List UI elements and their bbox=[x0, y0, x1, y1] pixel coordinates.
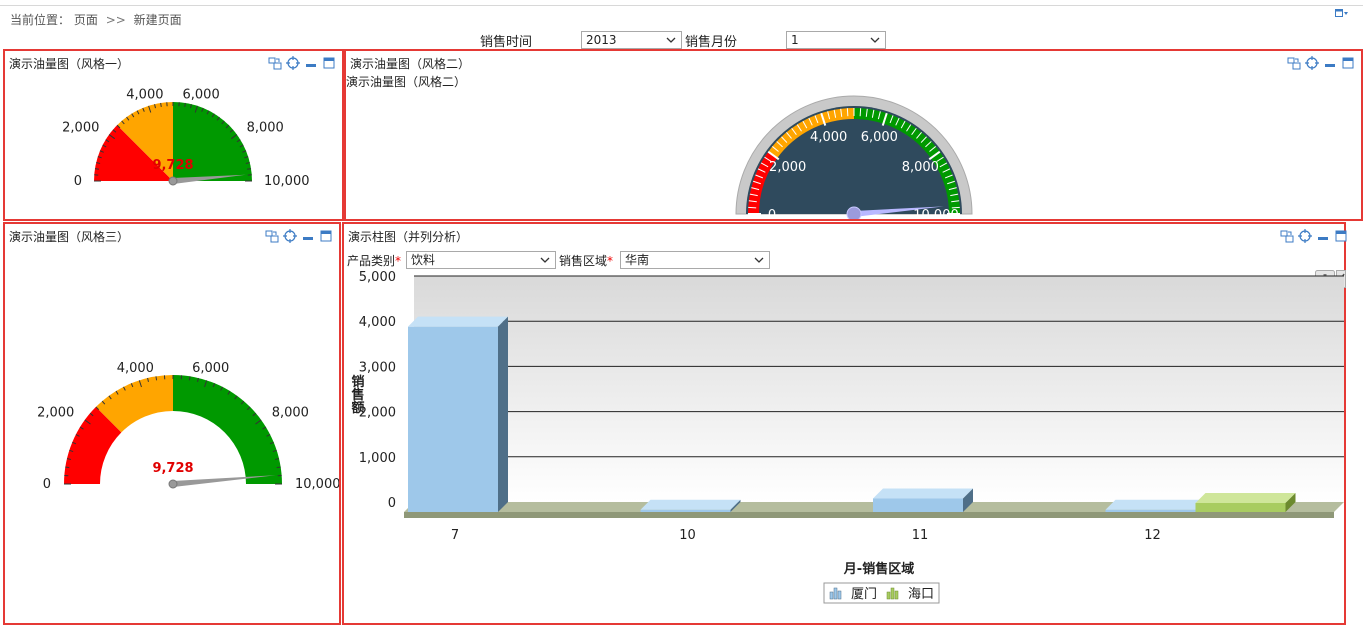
breadcrumb: 当前位置： 页面 >> 新建页面 bbox=[10, 11, 182, 28]
gauge-tick bbox=[94, 168, 100, 170]
legend-swatch bbox=[886, 591, 891, 600]
y-tick-label: 0 bbox=[388, 496, 396, 511]
bar-top bbox=[640, 499, 741, 510]
sale-month-label: 销售月份 bbox=[685, 35, 738, 50]
gauge-tick bbox=[748, 206, 757, 209]
x-tick-label: 11 bbox=[912, 528, 929, 543]
gauge-tick bbox=[276, 466, 281, 469]
sale-month-select[interactable]: 1 bbox=[786, 31, 886, 49]
x-tick-label: 7 bbox=[451, 528, 459, 543]
gauge-tick-label: 6,000 bbox=[861, 130, 898, 145]
gauge-tick-label: 2,000 bbox=[62, 121, 99, 136]
legend-swatch bbox=[833, 587, 838, 600]
sale-year-select[interactable]: 2013 bbox=[581, 31, 682, 49]
gauge-tick-label: 8,000 bbox=[272, 405, 309, 420]
gauge-tick-label: 10,000 bbox=[913, 208, 959, 219]
gauge-tick-label: 4,000 bbox=[810, 130, 847, 145]
legend-swatch bbox=[829, 591, 834, 600]
gauge-tick-label: 10,000 bbox=[264, 174, 310, 189]
y-tick-label: 4,000 bbox=[359, 315, 396, 330]
gauge-tick-label: 0 bbox=[43, 477, 51, 492]
gauge-tick bbox=[155, 376, 158, 381]
legend-swatch bbox=[894, 590, 899, 600]
gauge-hub bbox=[168, 479, 178, 489]
gauge-tick-label: 0 bbox=[768, 208, 776, 219]
gauge-tick-label: 10,000 bbox=[295, 477, 339, 492]
x-axis-title: 月-销售区域 bbox=[843, 561, 914, 577]
gauge-tick bbox=[188, 376, 191, 381]
gauge-style-two: 0 2,000 4,000 6,000 8,000 10,000 bbox=[735, 95, 973, 219]
gauge-tick-label: 8,000 bbox=[902, 160, 939, 175]
legend-label: 厦门 bbox=[851, 587, 877, 602]
bar-chart: 0 1,000 2,000 3,000 4,000 5,000 7 10 11 12 销售额月-销售… bbox=[349, 270, 1344, 604]
bar-side bbox=[498, 316, 508, 512]
gauge-tick-label: 2,000 bbox=[769, 160, 806, 175]
panel-bar-chart: 演示柱图（并列分析） 产品类别* 饮料 销售区域* 华南 0 1,000 2,000… bbox=[342, 222, 1347, 625]
plot-floor-edge bbox=[404, 512, 1334, 518]
y-tick-label: 3,000 bbox=[359, 360, 396, 375]
gauge-tick bbox=[184, 102, 186, 108]
breadcrumb-separator: >> bbox=[105, 13, 126, 27]
gauge-style-one: 0 2,000 4,000 6,000 8,000 10,000 9,728 bbox=[62, 87, 310, 189]
x-tick-label: 10 bbox=[679, 528, 696, 543]
gauge-tick-label: 6,000 bbox=[192, 361, 229, 376]
x-tick-label: 12 bbox=[1144, 528, 1161, 543]
gauge-value-label: 9,728 bbox=[152, 461, 193, 476]
chevron-down-icon bbox=[666, 37, 676, 43]
gauge-tick bbox=[859, 108, 862, 117]
panel-gauge-style-two: 演示油量图（风格二） 演示油量图（风格二） 0 2,000 4,000 6,000 8,… bbox=[344, 49, 1363, 221]
gauge-tick-label: 0 bbox=[74, 174, 82, 189]
gauge-tick bbox=[246, 168, 252, 170]
gauge-tick bbox=[65, 466, 70, 469]
bar bbox=[1195, 502, 1286, 512]
gauge-tick-label: 8,000 bbox=[247, 121, 284, 136]
legend-label: 海口 bbox=[908, 587, 934, 602]
gauge-value-label: 9,728 bbox=[152, 158, 193, 173]
plot-background bbox=[414, 276, 1344, 502]
chevron-down-icon bbox=[870, 37, 880, 43]
y-tick-label: 1,000 bbox=[359, 451, 396, 466]
legend-swatch bbox=[837, 590, 842, 600]
y-tick-label: 5,000 bbox=[359, 270, 396, 285]
bar-top bbox=[873, 488, 973, 499]
gauge-tick bbox=[846, 108, 849, 117]
bar bbox=[408, 326, 498, 512]
gauge-hub bbox=[168, 176, 178, 186]
sale-time-label: 销售时间 bbox=[480, 35, 533, 50]
legend-swatch bbox=[890, 587, 895, 600]
gauge-tick-label: 2,000 bbox=[37, 405, 74, 420]
collapse-page-icon[interactable] bbox=[1335, 9, 1349, 19]
gauge-tick-label: 6,000 bbox=[183, 87, 220, 102]
panel-gauge-style-three: 演示油量图（风格三） 0 2,000 4,000 6,000 8,000 10,000 9,… bbox=[3, 222, 341, 625]
bar-top bbox=[1105, 499, 1206, 510]
gauge-tick-label: 4,000 bbox=[117, 361, 154, 376]
bar bbox=[873, 498, 963, 512]
gauge-tick bbox=[160, 102, 162, 108]
panel-gauge-style-one: 演示油量图（风格一） 0 2,000 4,000 6,000 8,000 10,000 9,… bbox=[3, 49, 344, 221]
breadcrumb-label: 当前位置： bbox=[10, 13, 71, 27]
y-tick-label: 2,000 bbox=[359, 406, 396, 421]
gauge-style-three: 0 2,000 4,000 6,000 8,000 10,000 9,728 bbox=[37, 361, 339, 492]
bar bbox=[1105, 509, 1196, 512]
bar bbox=[640, 509, 731, 512]
breadcrumb-item-new-page[interactable]: 新建页面 bbox=[134, 13, 182, 27]
sale-month-value: 1 bbox=[791, 33, 799, 47]
sale-year-value: 2013 bbox=[586, 33, 617, 47]
gauge-hub bbox=[846, 206, 862, 219]
top-divider bbox=[0, 5, 1363, 6]
bar-top bbox=[1195, 492, 1296, 503]
gauge-tick-label: 4,000 bbox=[126, 87, 163, 102]
y-axis-title: 销售额 bbox=[349, 374, 365, 415]
bar-top bbox=[408, 316, 508, 327]
breadcrumb-item-page[interactable]: 页面 bbox=[74, 13, 98, 27]
